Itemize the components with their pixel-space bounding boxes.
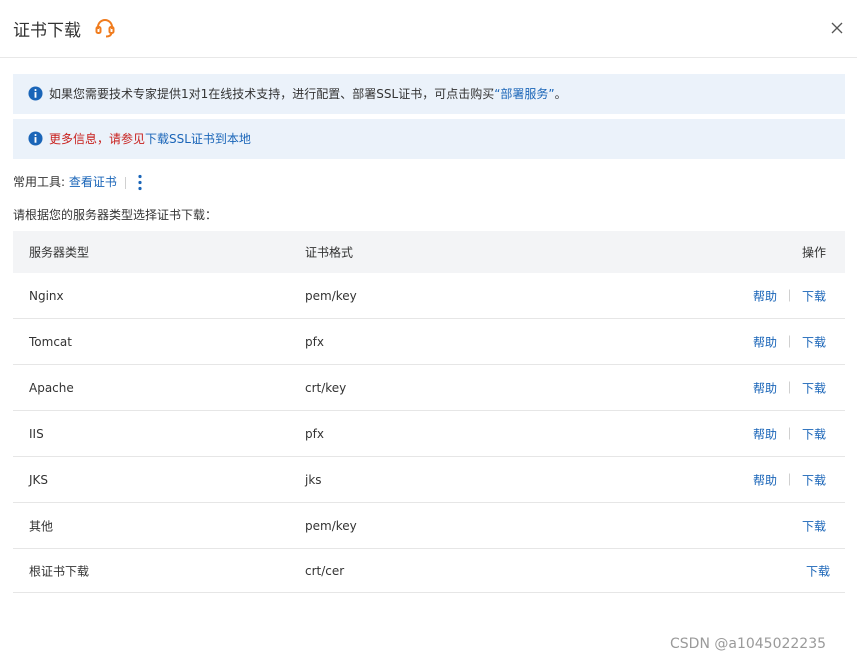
more-info-text: 更多信息，请参见 <box>49 132 146 146</box>
dialog-header: 证书下载 <box>0 0 857 58</box>
actions-cell: 下载 <box>802 517 826 534</box>
notice-text: 如果您需要技术专家提供1对1在线技术支持，进行配置、部署SSL证书，可点击购买“… <box>49 86 567 102</box>
actions-cell: 帮助 下载 <box>753 379 826 396</box>
table-row: Apache crt/key 帮助 下载 <box>13 365 845 411</box>
download-ssl-guide-link[interactable]: 下载SSL证书到本地 <box>145 132 251 146</box>
tools-label: 常用工具: <box>13 175 66 189</box>
notice-text-before: 如果您需要技术专家提供1对1在线技术支持，进行配置、部署SSL证书，可点击购买 <box>49 87 495 101</box>
divider <box>788 289 790 302</box>
actions-cell: 下载 <box>806 562 830 579</box>
more-vertical-icon[interactable] <box>133 173 147 193</box>
divider <box>788 335 790 348</box>
server-type-cell: 根证书下载 <box>29 564 90 578</box>
help-link[interactable]: 帮助 <box>753 287 777 304</box>
cert-format-cell: pem/key <box>305 518 357 533</box>
cert-format-cell: pem/key <box>305 288 357 303</box>
server-type-cell: JKS <box>29 472 49 487</box>
download-link[interactable]: 下载 <box>806 562 830 579</box>
close-icon[interactable] <box>829 20 845 36</box>
table-row: 根证书下载 crt/cer 下载 <box>13 549 845 593</box>
table-row: IIS pfx 帮助 下载 <box>13 411 845 457</box>
help-link[interactable]: 帮助 <box>753 471 777 488</box>
header-server-type: 服务器类型 <box>29 245 90 260</box>
download-link[interactable]: 下载 <box>802 287 826 304</box>
help-link[interactable]: 帮助 <box>753 425 777 442</box>
help-link[interactable]: 帮助 <box>753 379 777 396</box>
download-link[interactable]: 下载 <box>802 333 826 350</box>
server-type-cell: IIS <box>29 426 44 441</box>
server-type-cell: Nginx <box>29 288 64 303</box>
notice-text: 更多信息，请参见下载SSL证书到本地 <box>49 131 251 147</box>
more-info-notice: 更多信息，请参见下载SSL证书到本地 <box>13 119 845 159</box>
deploy-service-notice: 如果您需要技术专家提供1对1在线技术支持，进行配置、部署SSL证书，可点击购买“… <box>13 74 845 114</box>
server-type-cell: Apache <box>29 380 74 395</box>
dialog-title: 证书下载 <box>13 21 81 41</box>
table-row: 其他 pem/key 下载 <box>13 503 845 549</box>
table-row: JKS jks 帮助 下载 <box>13 457 845 503</box>
common-tools: 常用工具: 查看证书 <box>13 174 136 190</box>
table-row: Nginx pem/key 帮助 下载 <box>13 273 845 319</box>
headset-icon[interactable] <box>94 17 116 39</box>
divider <box>124 176 126 189</box>
cert-format-cell: jks <box>305 472 322 487</box>
watermark: CSDN @a1045022235 <box>670 636 827 652</box>
server-type-cell: 其他 <box>29 519 54 533</box>
header-cert-format: 证书格式 <box>305 245 354 260</box>
cert-format-cell: pfx <box>305 426 324 441</box>
actions-cell: 帮助 下载 <box>753 333 826 350</box>
download-link[interactable]: 下载 <box>802 425 826 442</box>
cert-format-cell: crt/key <box>305 380 347 395</box>
deploy-service-link[interactable]: “部署服务” <box>494 87 554 101</box>
header-actions: 操作 <box>801 245 826 260</box>
certificate-download-table: 服务器类型 证书格式 操作 Nginx pem/key 帮助 下载 Tomcat … <box>13 231 845 593</box>
download-link[interactable]: 下载 <box>802 471 826 488</box>
select-server-prompt: 请根据您的服务器类型选择证书下载： <box>13 208 218 222</box>
info-icon <box>28 86 43 101</box>
download-link[interactable]: 下载 <box>802 517 826 534</box>
download-link[interactable]: 下载 <box>802 379 826 396</box>
divider <box>788 427 790 440</box>
actions-cell: 帮助 下载 <box>753 471 826 488</box>
table-row: Tomcat pfx 帮助 下载 <box>13 319 845 365</box>
divider <box>788 381 790 394</box>
notice-text-after: 。 <box>554 87 567 101</box>
view-certificate-link[interactable]: 查看证书 <box>69 175 117 189</box>
server-type-cell: Tomcat <box>29 334 72 349</box>
table-header: 服务器类型 证书格式 操作 <box>13 231 845 273</box>
cert-format-cell: crt/cer <box>305 563 345 578</box>
help-link[interactable]: 帮助 <box>753 333 777 350</box>
actions-cell: 帮助 下载 <box>753 287 826 304</box>
info-icon <box>28 131 43 146</box>
divider <box>788 473 790 486</box>
cert-format-cell: pfx <box>305 334 324 349</box>
actions-cell: 帮助 下载 <box>753 425 826 442</box>
